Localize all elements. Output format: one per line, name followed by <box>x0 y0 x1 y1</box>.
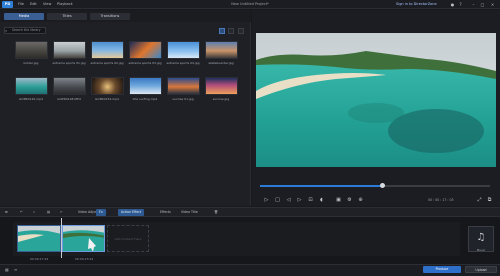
tab-transitions[interactable]: Transitions <box>90 13 130 20</box>
prev-frame-icon[interactable]: ◁ <box>285 197 292 204</box>
clip-tool-icon[interactable]: ▤ <box>47 209 50 216</box>
menu-edit[interactable]: Edit <box>30 1 37 8</box>
preview-timecode: 00 : 00 : 17 : 03 <box>428 198 454 202</box>
timeline-clip-1[interactable] <box>17 225 61 252</box>
user-icon[interactable]: ● <box>450 2 455 7</box>
details-view-icon[interactable] <box>238 28 244 34</box>
media-thumb-10[interactable] <box>129 77 162 95</box>
undo-icon[interactable]: ↶ <box>20 209 23 216</box>
minimize-icon[interactable]: – <box>471 2 476 7</box>
settings-icon[interactable]: ⚙ <box>346 197 353 204</box>
menu-playback[interactable]: Playback <box>57 1 73 8</box>
clip-2-duration: 00:00:23:24 <box>75 257 94 261</box>
search-icon: ⌕ <box>5 28 8 33</box>
storyboard-mode-icon[interactable]: ▦ <box>5 266 12 273</box>
close-icon[interactable]: × <box>490 2 495 7</box>
media-caption-7: GOPR0120.mp4 <box>19 97 43 101</box>
media-caption-8: GOPR0148.MP4 <box>57 97 81 101</box>
media-caption-2: extreme sports 01.jpg <box>52 61 86 65</box>
next-frame-icon[interactable]: ▷ <box>296 197 303 204</box>
window-title: New Untitled Project* <box>231 2 269 6</box>
timeline-clip-2[interactable] <box>62 225 105 252</box>
menu-file[interactable]: File <box>18 1 24 8</box>
menu-view[interactable]: View <box>43 1 51 8</box>
media-thumb-4[interactable] <box>129 41 162 59</box>
clip-1-duration: 00:00:17:24 <box>30 257 49 261</box>
media-caption-6: skateboarder.jpg <box>208 61 234 65</box>
media-caption-12: sunrise.jpg <box>212 97 230 101</box>
upload-button[interactable]: Upload <box>465 266 497 273</box>
edit-toolbar <box>0 207 500 217</box>
expand-preview-icon[interactable]: ⤢ <box>476 197 483 204</box>
crop-icon[interactable]: ⌗ <box>33 209 35 216</box>
play-icon[interactable]: ▷ <box>263 197 270 204</box>
list-view-icon[interactable] <box>228 28 234 34</box>
add-content-dropzone[interactable]: Add Content Here <box>107 225 149 252</box>
seek-handle[interactable] <box>380 183 385 188</box>
effects-tool[interactable]: Effects <box>160 209 171 216</box>
video-title-tool[interactable]: Video Title <box>181 209 198 216</box>
signin-link[interactable]: Sign in to DirectorZone <box>396 1 437 8</box>
media-caption-5: extreme sports 04.jpg <box>166 61 200 65</box>
volume-icon[interactable]: ◖ <box>318 197 325 204</box>
tab-media[interactable]: Media <box>4 13 44 20</box>
media-thumb-11[interactable] <box>167 77 200 95</box>
action-effect-button[interactable]: Action Effect <box>118 209 145 216</box>
media-thumb-2[interactable] <box>53 41 86 59</box>
media-thumb-7[interactable] <box>15 77 48 95</box>
media-thumb-3[interactable] <box>91 41 124 59</box>
produce-button[interactable]: Produce <box>423 266 461 273</box>
music-label: Music <box>476 248 486 252</box>
media-caption-9: GOPR0154.mp4 <box>95 97 119 101</box>
search-input[interactable]: Search the library <box>4 27 46 34</box>
media-caption-11: sunrise 01.jpg <box>172 97 194 101</box>
app-logo[interactable]: PD <box>2 1 13 8</box>
maximize-icon[interactable]: □ <box>480 2 485 7</box>
media-thumb-5[interactable] <box>167 41 200 59</box>
timeline-mode-icon[interactable]: ⊞ <box>5 209 8 216</box>
preview-video[interactable] <box>256 33 496 167</box>
clip-1-thumbnail <box>18 226 60 251</box>
fx-button[interactable]: Fx <box>96 209 106 216</box>
timeline-mode-switch-icon[interactable]: ≡ <box>14 266 21 273</box>
zoom-icon[interactable]: ⊕ <box>357 197 364 204</box>
media-library-panel <box>0 10 251 206</box>
help-icon[interactable]: ? <box>458 2 463 7</box>
preview-image <box>256 33 496 167</box>
media-caption-10: kite surfing.mp4 <box>132 97 158 101</box>
media-caption-1: bolder.jpg <box>23 61 39 65</box>
media-thumb-12[interactable] <box>205 77 238 95</box>
timeline-playhead[interactable] <box>61 218 62 258</box>
media-thumb-9[interactable] <box>91 77 124 95</box>
grid-view-icon[interactable] <box>219 28 225 34</box>
detach-preview-icon[interactable]: ⧉ <box>486 197 493 204</box>
tab-titles[interactable]: Titles <box>47 13 87 20</box>
media-thumb-6[interactable] <box>205 41 238 59</box>
stop-icon[interactable]: □ <box>274 197 281 204</box>
delete-icon[interactable]: 🗑 <box>214 209 218 216</box>
split-icon[interactable]: ✂ <box>60 209 63 216</box>
media-caption-4: extreme sports 03.jpg <box>128 61 162 65</box>
clip-2-thumbnail <box>63 226 104 251</box>
snapshot-icon[interactable]: ⊡ <box>307 197 314 204</box>
media-thumb-1[interactable] <box>15 41 48 59</box>
preview-progress <box>260 185 382 187</box>
media-caption-3: extreme sports 02.jpg <box>90 61 124 65</box>
fullscreen-icon[interactable]: ▣ <box>335 197 342 204</box>
media-thumb-8[interactable] <box>53 77 86 95</box>
